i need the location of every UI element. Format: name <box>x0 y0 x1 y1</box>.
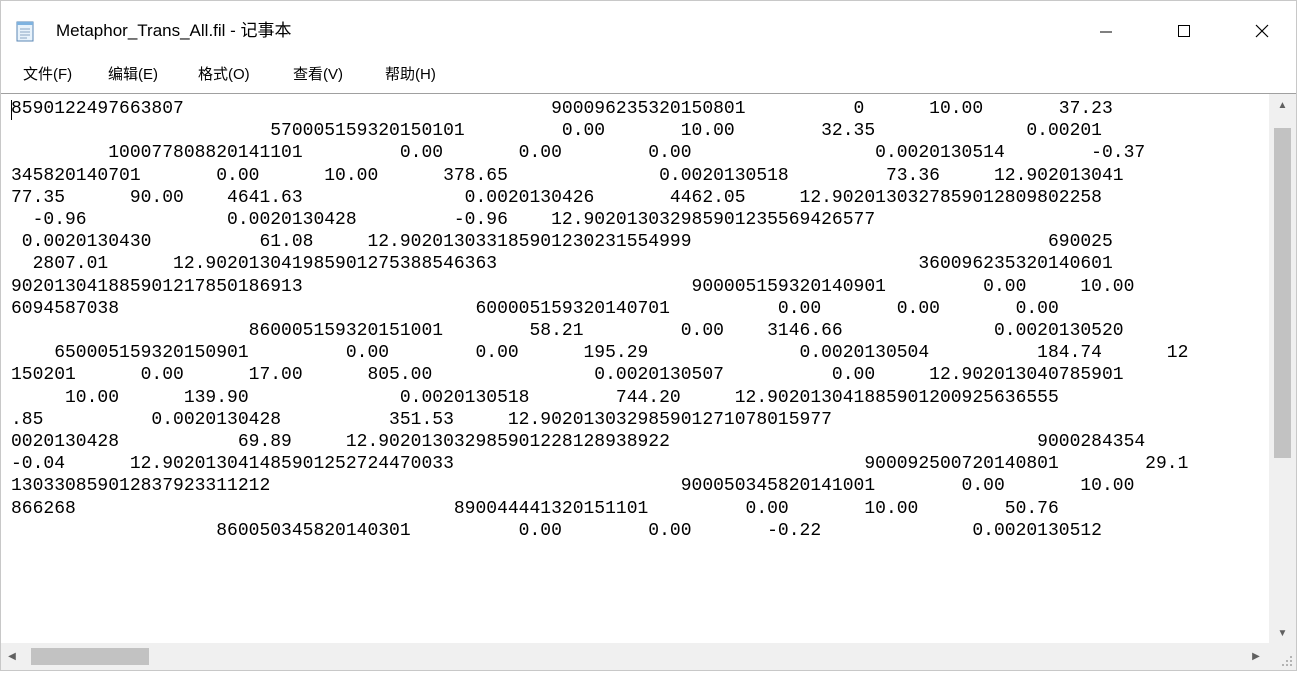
text-line: 866268 890044441320151101 0.00 10.00 50.… <box>11 498 1059 519</box>
scroll-left-button[interactable]: ◀ <box>1 643 23 670</box>
notepad-icon <box>16 21 34 42</box>
menu-help[interactable]: 帮助(H) <box>383 63 438 87</box>
text-content[interactable]: 8590122497663807 900096235320150801 0 10… <box>11 98 1188 542</box>
scroll-down-button[interactable]: ▼ <box>1269 622 1296 644</box>
chevron-up-icon: ▲ <box>1277 99 1288 111</box>
menu-format[interactable]: 格式(O) <box>196 63 252 87</box>
close-icon <box>1255 24 1269 38</box>
text-line: 130330859012837923311212 900050345820141… <box>11 476 1135 497</box>
menu-edit[interactable]: 编辑(E) <box>106 63 160 87</box>
text-line: 902013041885901217850186913 900005159320… <box>11 276 1135 297</box>
text-line: 10.00 139.90 0.0020130518 744.20 12.9020… <box>11 387 1059 408</box>
text-line: 100077808820141101 0.00 0.00 0.00 0.0020… <box>11 143 1146 164</box>
text-line: -0.96 0.0020130428 -0.96 12.902013032985… <box>11 210 876 231</box>
menu-view[interactable]: 查看(V) <box>291 63 345 87</box>
text-line: 570005159320150101 0.00 10.00 32.35 0.00… <box>11 121 1102 142</box>
maximize-button[interactable] <box>1154 1 1214 61</box>
chevron-left-icon: ◀ <box>8 651 16 662</box>
menu-bar: 文件(F) 编辑(E) 格式(O) 查看(V) 帮助(H) <box>1 61 1296 89</box>
text-line: 8590122497663807 900096235320150801 0 10… <box>11 99 1113 119</box>
minimize-button[interactable] <box>1076 1 1136 61</box>
text-line: .85 0.0020130428 351.53 12.9020130329859… <box>11 409 832 430</box>
text-line: 0020130428 69.89 12.90201303298590122812… <box>11 432 1146 453</box>
text-line: 6094587038 600005159320140701 0.00 0.00 … <box>11 298 1059 319</box>
chevron-down-icon: ▼ <box>1277 627 1288 639</box>
text-caret <box>11 100 12 120</box>
chevron-right-icon: ▶ <box>1252 651 1260 662</box>
resize-grip-icon <box>1282 656 1292 666</box>
text-editor[interactable]: 8590122497663807 900096235320150801 0 10… <box>1 93 1269 644</box>
text-line: 77.35 90.00 4641.63 0.0020130426 4462.05… <box>11 187 1102 208</box>
notepad-window: Metaphor_Trans_All.fil - 记事本 文件(F) 编辑(E)… <box>0 0 1297 671</box>
maximize-icon <box>1178 25 1190 37</box>
text-line: 150201 0.00 17.00 805.00 0.0020130507 0.… <box>11 365 1124 386</box>
vertical-scroll-thumb[interactable] <box>1274 128 1291 458</box>
horizontal-scrollbar[interactable]: ◀ ▶ <box>1 643 1269 670</box>
minimize-icon <box>1100 31 1112 33</box>
window-title: Metaphor_Trans_All.fil - 记事本 <box>56 21 292 40</box>
text-line: 650005159320150901 0.00 0.00 195.29 0.00… <box>11 343 1189 364</box>
menu-file[interactable]: 文件(F) <box>21 63 74 87</box>
text-line: 345820140701 0.00 10.00 378.65 0.0020130… <box>11 165 1124 186</box>
vertical-scrollbar[interactable]: ▲ ▼ <box>1269 93 1296 644</box>
text-line: 860050345820140301 0.00 0.00 -0.22 0.002… <box>11 520 1102 541</box>
resize-grip[interactable] <box>1269 643 1296 670</box>
text-line: -0.04 12.902013041485901252724470033 900… <box>11 454 1189 475</box>
text-line: 0.0020130430 61.08 12.902013033185901230… <box>11 232 1113 253</box>
scroll-right-button[interactable]: ▶ <box>1245 643 1267 670</box>
horizontal-scroll-thumb[interactable] <box>31 648 149 665</box>
scroll-up-button[interactable]: ▲ <box>1269 94 1296 116</box>
text-line: 860005159320151001 58.21 0.00 3146.66 0.… <box>11 321 1124 342</box>
close-button[interactable] <box>1232 1 1292 61</box>
title-bar[interactable]: Metaphor_Trans_All.fil - 记事本 <box>1 1 1296 61</box>
text-line: 2807.01 12.902013041985901275388546363 3… <box>11 254 1113 275</box>
